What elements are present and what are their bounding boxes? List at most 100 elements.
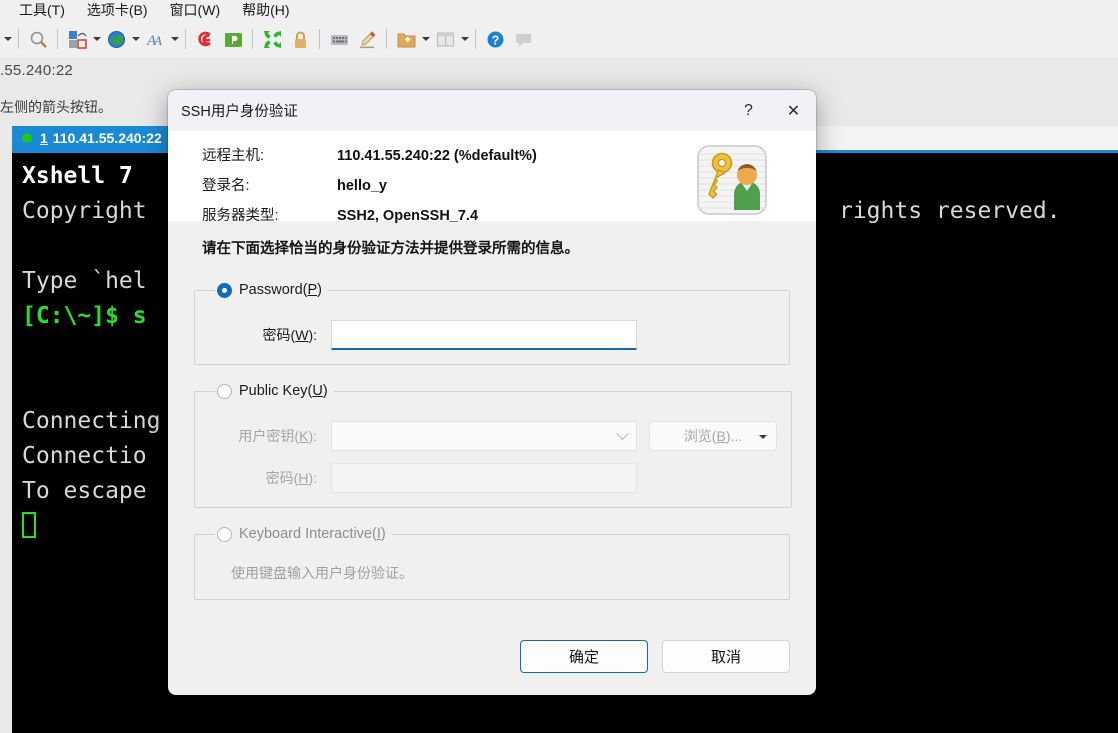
info-value-host: 110.41.55.240:22 (%default%) <box>337 148 537 164</box>
password-label-pre: 密码( <box>262 327 296 343</box>
globe-icon[interactable] <box>102 25 130 53</box>
font-icon[interactable]: AA <box>141 25 169 53</box>
keyboard-radio-icon[interactable] <box>217 526 232 542</box>
dialog-footer: 确定 取消 <box>168 617 816 695</box>
toolbar-separator <box>475 29 476 49</box>
keyboard-description: 使用键盘输入用户身份验证。 <box>231 565 413 581</box>
toolbar-separator <box>252 29 253 49</box>
keyboard-legend-pre: Keyboard Interactive( <box>239 526 377 542</box>
search-icon[interactable] <box>24 25 52 53</box>
publickey-group: Public Key(U) 用户密钥(K): 浏览(B)... 密码(H): <box>194 383 792 508</box>
tab-number: 1 <box>40 130 48 146</box>
dialog-instruction: 请在下面选择恰当的身份验证方法并提供登录所需的信息。 <box>202 241 579 257</box>
passphrase-label-post: ): <box>308 470 317 486</box>
password-field-label: 密码(W): <box>209 325 331 345</box>
help-icon[interactable]: ? <box>481 25 509 53</box>
layout-dropdown-caret[interactable] <box>459 25 470 53</box>
svg-text:?: ? <box>491 33 499 47</box>
passphrase-input[interactable] <box>331 463 637 493</box>
browse-label-post: )... <box>725 428 743 444</box>
browse-button[interactable]: 浏览(B)... <box>649 421 777 451</box>
passphrase-label-key: H <box>298 470 309 486</box>
browse-dropdown-caret-icon[interactable] <box>759 435 767 439</box>
menu-help[interactable]: 帮助(H) <box>231 0 300 23</box>
keyboard-radio-legend[interactable]: Keyboard Interactive(I) <box>215 526 392 542</box>
help-button[interactable]: ? <box>726 90 771 131</box>
terminal-line-7: Connecting <box>22 408 161 434</box>
fullscreen-icon[interactable] <box>258 25 286 53</box>
userkey-field-label: 用户密钥(K): <box>209 426 331 446</box>
lock-icon[interactable] <box>286 25 314 53</box>
publickey-radio-legend[interactable]: Public Key(U) <box>215 383 334 399</box>
key-user-icon <box>696 144 768 216</box>
toolbar-separator <box>18 29 19 49</box>
dialog-title: SSH用户身份验证 <box>181 104 298 120</box>
close-button[interactable]: ✕ <box>771 90 816 131</box>
terminal-cursor <box>22 512 36 538</box>
publickey-legend-pre: Public Key( <box>239 383 313 399</box>
comment-icon[interactable] <box>509 25 537 53</box>
dialog-body: 请在下面选择恰当的身份验证方法并提供登录所需的信息。 Password(P) 密… <box>168 221 816 600</box>
publickey-radio-icon[interactable] <box>217 383 232 399</box>
terminal-line-0: Xshell 7 <box>22 163 133 189</box>
ok-button[interactable]: 确定 <box>520 639 648 673</box>
terminal-line-8: Connectio <box>22 443 147 469</box>
toolbar-separator <box>319 29 320 49</box>
dialog-connection-info: 远程主机: 110.41.55.240:22 (%default%) 登录名: … <box>168 131 816 224</box>
info-label-username: 登录名: <box>202 178 250 194</box>
menu-window[interactable]: 窗口(W) <box>159 0 232 23</box>
cancel-button[interactable]: 取消 <box>662 639 790 673</box>
tab-status-dot-icon <box>22 133 32 143</box>
highlighter-icon[interactable] <box>353 25 381 53</box>
passphrase-label-pre: 密码( <box>265 470 299 486</box>
keyboard-icon[interactable] <box>325 25 353 53</box>
password-label-post: ): <box>308 327 317 343</box>
dialog-title-bar[interactable]: SSH用户身份验证 ? ✕ <box>168 90 816 131</box>
green-folder-icon[interactable] <box>219 25 247 53</box>
userkey-label-pre: 用户密钥( <box>238 428 300 444</box>
layout-icon[interactable] <box>431 25 459 53</box>
globe-dropdown-caret[interactable] <box>130 25 141 53</box>
passphrase-field-label: 密码(H): <box>209 468 331 488</box>
background-address-text: .55.240:22 <box>0 62 73 79</box>
browse-label-key: B <box>716 428 726 444</box>
userkey-label-post: ): <box>308 428 317 444</box>
publickey-legend-post: ) <box>322 383 328 399</box>
toolbar-overflow-caret[interactable] <box>2 25 13 53</box>
password-legend-post: ) <box>317 282 323 298</box>
keyboard-interactive-group: Keyboard Interactive(I) 使用键盘输入用户身份验证。 <box>194 526 790 600</box>
ssh-auth-dialog: SSH用户身份验证 ? ✕ 远程主机: 110.41.55.240:22 (%d… <box>168 90 816 695</box>
terminal-line-3: Type `hel <box>22 268 147 294</box>
password-radio-icon[interactable] <box>217 282 232 298</box>
xshell-window: 工具(T) 选项卡(B) 窗口(W) 帮助(H) A A ? .55.240:2… <box>0 0 1118 733</box>
new-folder-dropdown-caret[interactable] <box>420 25 431 53</box>
publickey-legend-key: U <box>312 383 323 399</box>
terminal-line-9: To escape <box>22 478 147 504</box>
userkey-combobox[interactable] <box>331 421 637 451</box>
password-group: Password(P) 密码(W): <box>194 282 790 365</box>
info-value-servertype: SSH2, OpenSSH_7.4 <box>337 208 479 224</box>
background-hint-text: 左侧的箭头按钮。 <box>0 99 112 115</box>
info-label-host: 远程主机: <box>202 148 265 164</box>
toolbar-separator <box>386 29 387 49</box>
tab-label: 110.41.55.240:22 <box>52 130 162 146</box>
password-radio-legend[interactable]: Password(P) <box>215 282 328 298</box>
terminal-prompt-line: [C:\~]$ s <box>22 303 147 329</box>
svg-text:A: A <box>153 33 162 48</box>
spiral-icon[interactable] <box>191 25 219 53</box>
toolbar-separator <box>57 29 58 49</box>
transfer-dropdown-caret[interactable] <box>91 25 102 53</box>
keyboard-legend-post: ) <box>380 526 386 542</box>
password-legend-pre: Password( <box>239 282 308 298</box>
font-dropdown-caret[interactable] <box>169 25 180 53</box>
transfer-icon[interactable] <box>63 25 91 53</box>
toolbar-separator <box>185 29 186 49</box>
info-label-servertype: 服务器类型: <box>202 208 279 224</box>
menu-tools[interactable]: 工具(T) <box>8 0 76 23</box>
password-label-key: W <box>295 327 309 343</box>
new-folder-icon[interactable] <box>392 25 420 53</box>
chevron-down-icon <box>616 426 629 440</box>
menu-tabs[interactable]: 选项卡(B) <box>76 0 159 23</box>
info-value-username: hello_y <box>337 178 387 194</box>
password-input[interactable] <box>331 320 637 350</box>
